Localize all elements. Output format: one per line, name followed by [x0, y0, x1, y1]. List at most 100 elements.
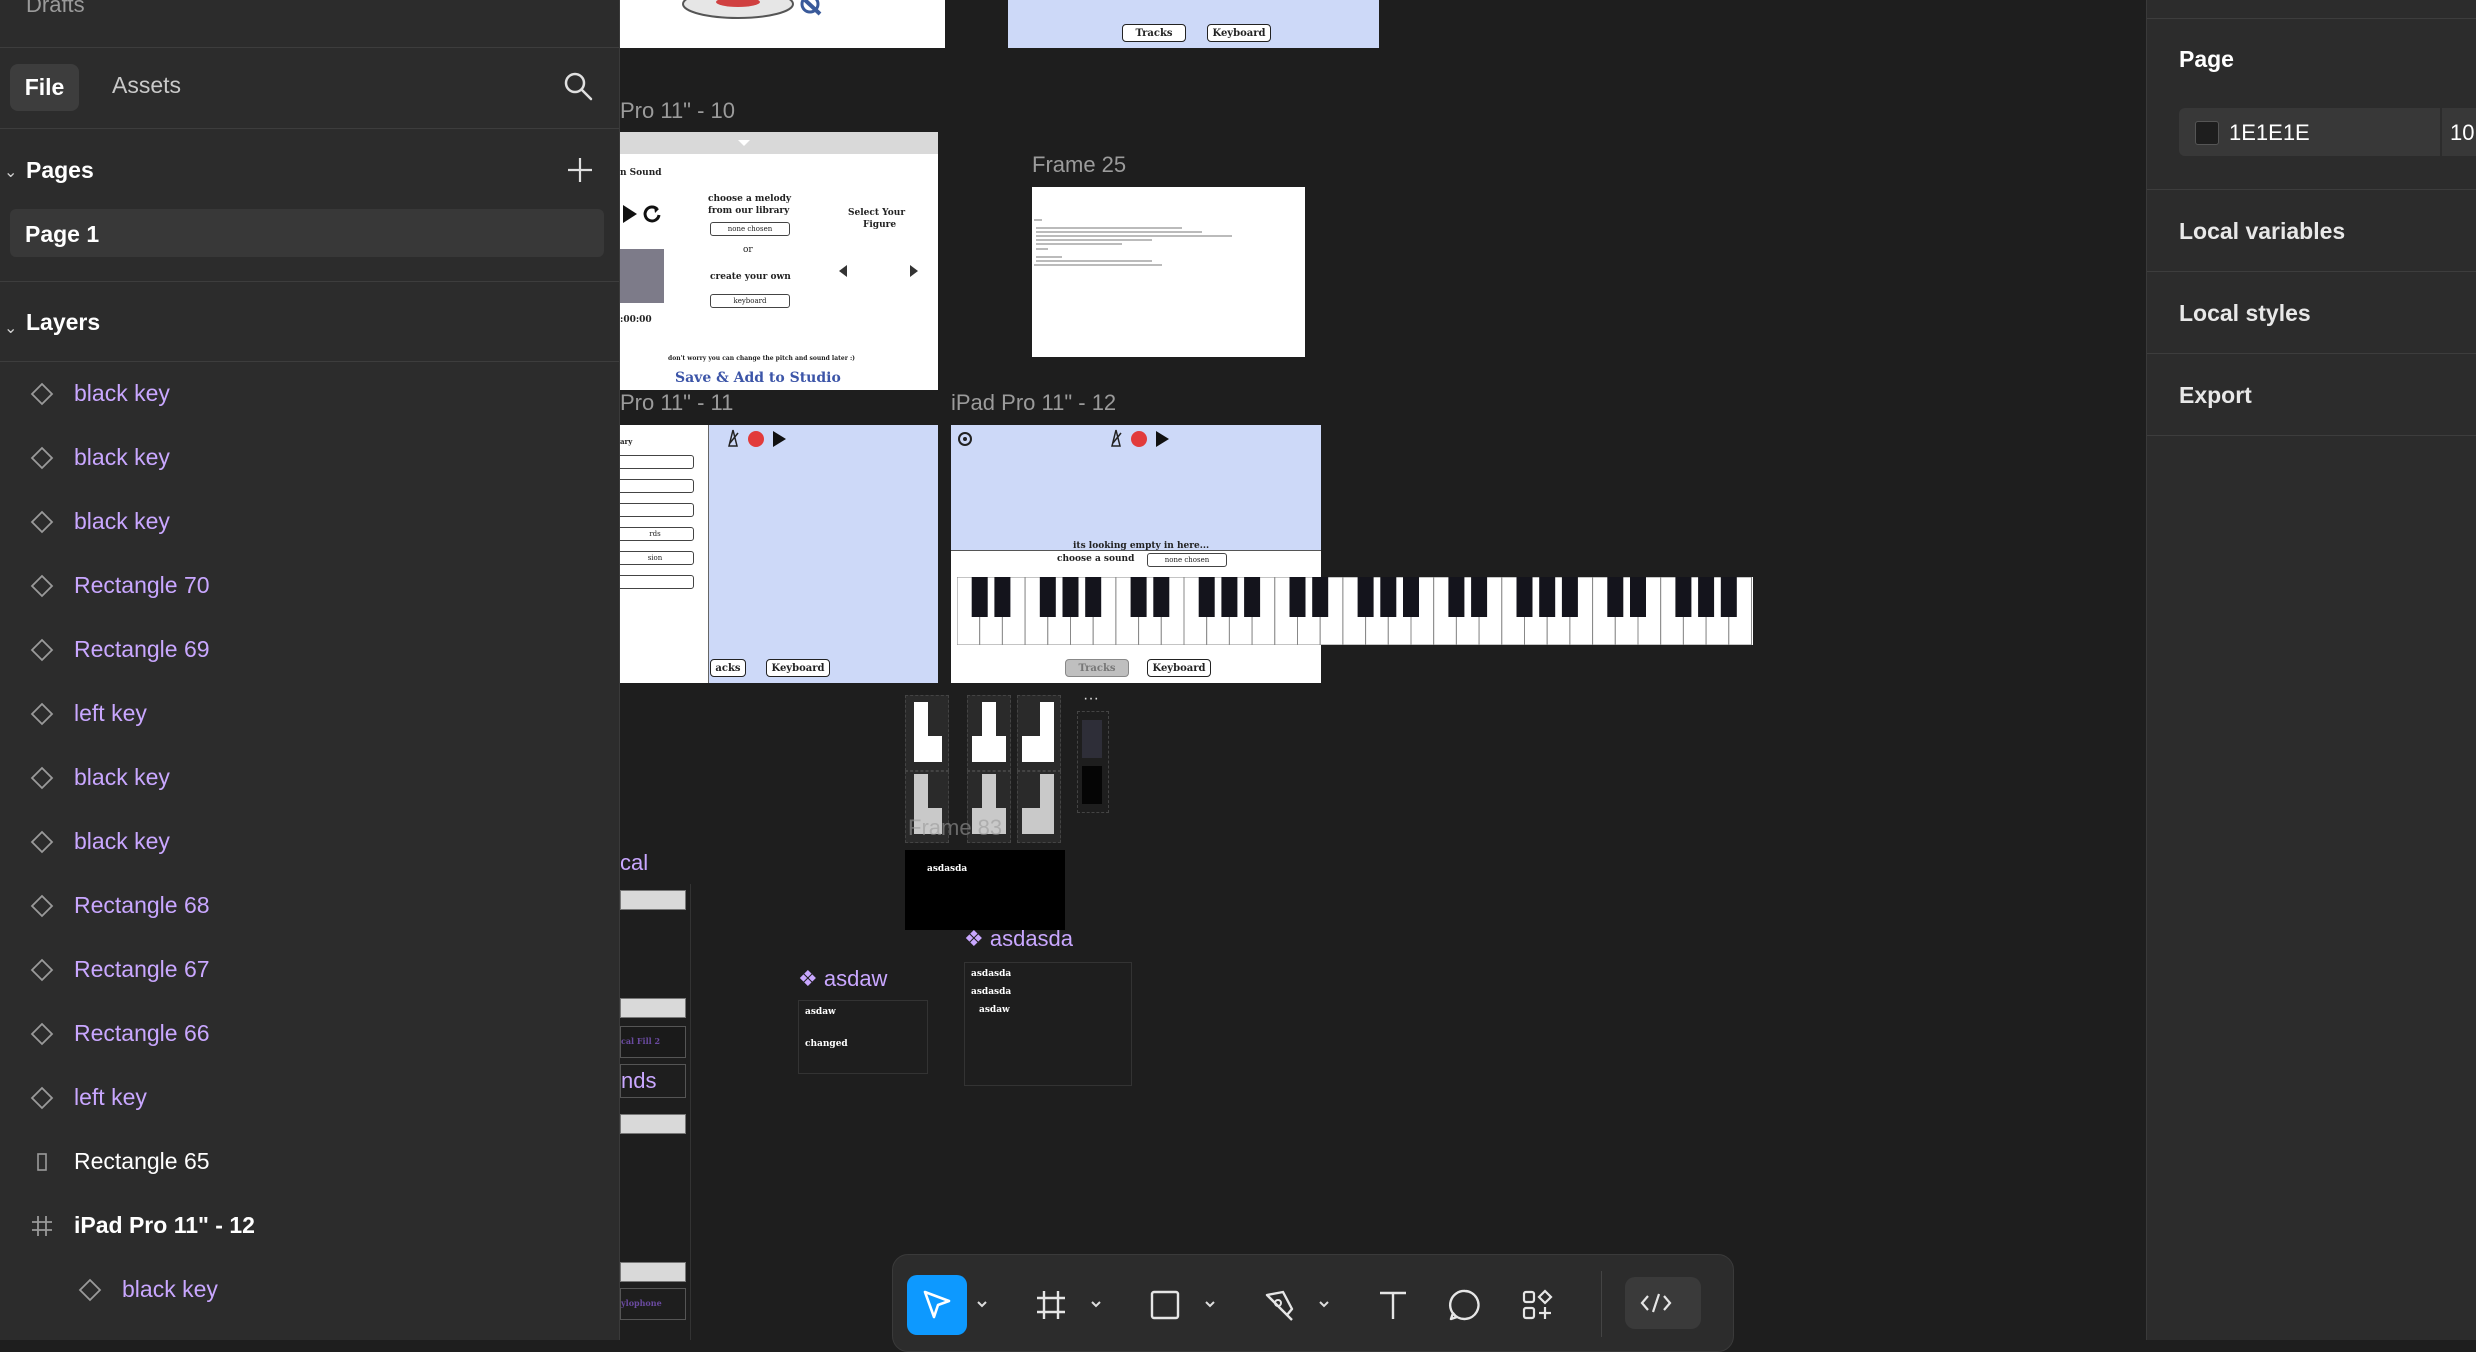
layers-section-title[interactable]: Layers	[26, 309, 100, 336]
black-key[interactable]	[1221, 577, 1238, 617]
black-key[interactable]	[1380, 577, 1397, 617]
record-icon[interactable]	[748, 431, 764, 447]
metronome-icon[interactable]	[1109, 429, 1123, 447]
pages-section-title[interactable]: Pages	[26, 157, 94, 184]
component-label-asdaw[interactable]: ❖ asdaw	[798, 966, 887, 992]
grey-key-component[interactable]	[1017, 771, 1061, 843]
layer-item[interactable]: black key	[0, 1258, 619, 1322]
cal-dropdown[interactable]	[620, 890, 686, 910]
layer-item[interactable]: Rectangle 70	[0, 554, 619, 618]
move-tool-button[interactable]	[907, 1275, 967, 1335]
layer-item[interactable]: left key	[0, 682, 619, 746]
dev-mode-toggle[interactable]	[1625, 1277, 1701, 1329]
chevron-down-icon[interactable]	[1203, 1297, 1217, 1311]
background-hex-value[interactable]: 1E1E1E	[2229, 120, 2310, 146]
play-icon[interactable]	[773, 431, 786, 447]
library-dropdown[interactable]: sion	[620, 551, 694, 565]
replay-icon[interactable]	[642, 204, 662, 224]
arrow-right-icon[interactable]	[910, 265, 918, 277]
white-key-component[interactable]	[967, 695, 1011, 771]
keyboard-select[interactable]: keyboard	[710, 294, 790, 308]
library-dropdown[interactable]	[620, 455, 694, 469]
black-key[interactable]	[1720, 577, 1737, 617]
frame-pro-11[interactable]: ary rds sion acks Keyboard	[620, 425, 938, 683]
tracks-button[interactable]: Tracks	[1122, 24, 1186, 42]
cal-fill-row[interactable]: cal Fill 2	[620, 1026, 686, 1058]
background-color-field[interactable]: 1E1E1E	[2179, 108, 2449, 156]
black-key[interactable]	[1607, 577, 1624, 617]
black-key[interactable]	[1312, 577, 1329, 617]
library-dropdown[interactable]: rds	[620, 527, 694, 541]
pen-tool-button[interactable]	[1249, 1275, 1309, 1335]
opacity-field[interactable]: 10	[2440, 108, 2476, 156]
cal-dropdown[interactable]	[620, 998, 686, 1018]
layer-item[interactable]: Rectangle 67	[0, 938, 619, 1002]
search-icon[interactable]	[562, 70, 594, 102]
black-key[interactable]	[1357, 577, 1374, 617]
black-key[interactable]	[1516, 577, 1533, 617]
layer-item[interactable]: black key	[0, 810, 619, 874]
chevron-down-icon[interactable]: ⌄	[4, 162, 17, 182]
black-key[interactable]	[1675, 577, 1692, 617]
keyboard-button[interactable]: Keyboard	[1147, 659, 1211, 677]
white-key-component[interactable]	[1017, 695, 1061, 771]
frame-label-cal[interactable]: cal	[620, 850, 648, 876]
black-key[interactable]	[1062, 577, 1079, 617]
chevron-down-icon[interactable]	[975, 1297, 989, 1311]
frame-label-frame-25[interactable]: Frame 25	[1032, 152, 1126, 178]
black-key[interactable]	[1244, 577, 1261, 617]
comment-tool-button[interactable]	[1435, 1275, 1495, 1335]
black-key[interactable]	[1130, 577, 1147, 617]
piano-keyboard[interactable]	[957, 577, 1753, 645]
frame-top-left[interactable]	[620, 0, 945, 48]
frame-label-pro-11[interactable]: Pro 11" - 11	[620, 390, 733, 416]
tracks-button[interactable]: acks	[710, 659, 746, 677]
layer-item[interactable]: Rectangle 65	[0, 1130, 619, 1194]
text-tool-button[interactable]	[1363, 1275, 1423, 1335]
frame-top-right[interactable]: Tracks Keyboard	[1008, 0, 1379, 48]
black-key[interactable]	[1471, 577, 1488, 617]
component-asdasda[interactable]: asdasda asdasda asdaw	[964, 962, 1132, 1086]
melody-select[interactable]: none chosen	[710, 222, 790, 236]
black-key[interactable]	[1039, 577, 1056, 617]
layer-item[interactable]: black key	[0, 362, 619, 426]
layer-item[interactable]: Rectangle 66	[0, 1002, 619, 1066]
black-key[interactable]	[1289, 577, 1306, 617]
local-variables-item[interactable]: Local variables	[2179, 218, 2345, 245]
tracks-button[interactable]: Tracks	[1065, 659, 1129, 677]
canvas[interactable]: Tracks Keyboard Pro 11" - 10 n Sound :00…	[620, 0, 2146, 1340]
cal-dropdown[interactable]	[620, 1262, 686, 1282]
library-dropdown[interactable]	[620, 575, 694, 589]
cal-dropdown[interactable]	[620, 1114, 686, 1134]
black-key[interactable]	[1630, 577, 1646, 617]
local-styles-item[interactable]: Local styles	[2179, 300, 2311, 327]
layer-item[interactable]: black key	[0, 490, 619, 554]
frame-label-pro-10[interactable]: Pro 11" - 10	[620, 98, 735, 124]
black-key[interactable]	[971, 577, 988, 617]
tab-file[interactable]: File	[10, 64, 79, 111]
metronome-icon[interactable]	[726, 429, 740, 447]
black-key[interactable]	[1698, 577, 1715, 617]
layer-item[interactable]: Rectangle 69	[0, 618, 619, 682]
layer-item[interactable]: black key	[0, 426, 619, 490]
xylophone-row[interactable]: ylophone	[620, 1288, 686, 1320]
black-key-component[interactable]	[1077, 711, 1109, 813]
frame-83[interactable]: asdasda	[905, 850, 1065, 930]
black-key[interactable]	[1448, 577, 1465, 617]
black-key[interactable]	[1403, 577, 1419, 617]
library-dropdown[interactable]	[620, 479, 694, 493]
frame-label-pro-12[interactable]: iPad Pro 11" - 12	[951, 390, 1116, 416]
save-add-link[interactable]: Save & Add to Studio	[675, 370, 841, 386]
export-item[interactable]: Export	[2179, 382, 2252, 409]
layer-item[interactable]: black key	[0, 746, 619, 810]
keyboard-button[interactable]: Keyboard	[1207, 24, 1271, 42]
frame-cal[interactable]: cal Fill 2 nds ylophone	[620, 884, 691, 1340]
chevron-down-icon[interactable]	[1317, 1297, 1331, 1311]
library-dropdown[interactable]	[620, 503, 694, 517]
frame-25[interactable]	[1032, 187, 1305, 357]
black-key[interactable]	[1085, 577, 1102, 617]
layer-item[interactable]: iPad Pro 11" - 12	[0, 1194, 619, 1258]
more-dots-icon[interactable]: ···	[1083, 690, 1099, 708]
arrow-left-icon[interactable]	[839, 265, 847, 277]
black-key[interactable]	[1153, 577, 1170, 617]
